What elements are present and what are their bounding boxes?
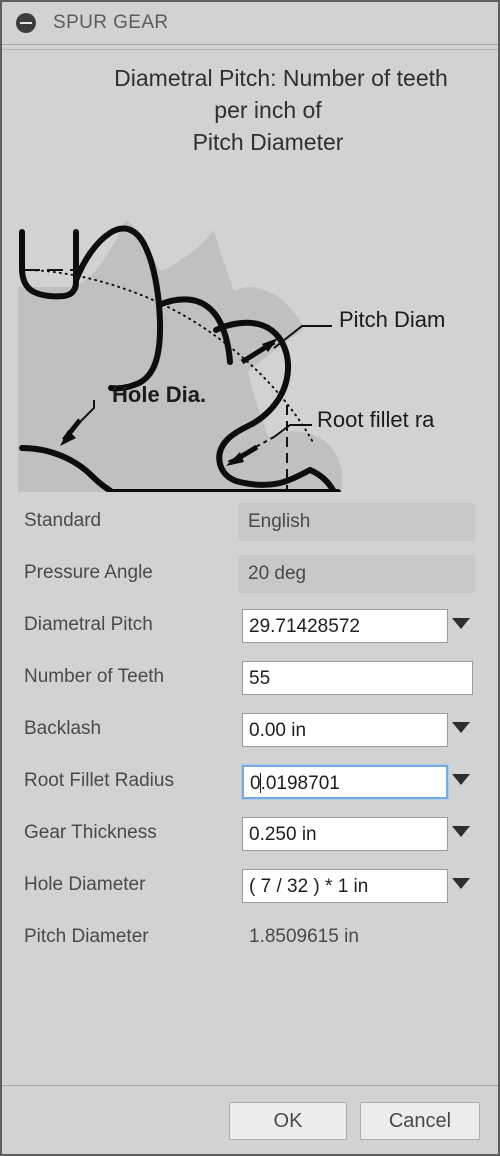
gear-thickness-value: 0.250 in (249, 824, 317, 845)
pitch-diameter-value: 1.8509615 in (249, 926, 359, 947)
row-hole-diameter: Hole Diameter ( 7 / 32 ) * 1 in (2, 861, 498, 913)
row-pressure-angle: Pressure Angle 20 deg (2, 549, 498, 601)
dialog-footer: OK Cancel (2, 1086, 498, 1154)
title-separator (2, 49, 498, 50)
window-title: SPUR GEAR (53, 12, 169, 33)
row-root-fillet-radius: Root Fillet Radius 0.0198701 (2, 757, 498, 809)
standard-value: English (248, 511, 311, 532)
chevron-down-icon[interactable] (452, 826, 470, 837)
pressure-angle-value: 20 deg (248, 563, 307, 584)
label-diametral-pitch: Diametral Pitch (24, 614, 153, 635)
pressure-angle-dropdown[interactable]: 20 deg (238, 555, 475, 593)
row-backlash: Backlash 0.00 in (2, 705, 498, 757)
cancel-button[interactable]: Cancel (360, 1102, 480, 1140)
row-number-of-teeth: Number of Teeth 55 (2, 653, 498, 705)
callout-hole-dia: Hole Dia. (112, 382, 207, 407)
hole-diameter-input[interactable]: ( 7 / 32 ) * 1 in (242, 869, 448, 903)
minus-circle-icon[interactable] (16, 13, 36, 33)
chevron-down-icon[interactable] (452, 774, 470, 785)
backlash-input[interactable]: 0.00 in (242, 713, 448, 747)
root-fillet-radius-text-b: .0198701 (260, 773, 340, 794)
number-of-teeth-input[interactable]: 55 (242, 661, 473, 695)
diametral-pitch-input[interactable]: 29.71428572 (242, 609, 448, 643)
backlash-value: 0.00 in (249, 720, 307, 741)
row-diametral-pitch: Diametral Pitch 29.71428572 (2, 601, 498, 653)
row-standard: Standard English (2, 497, 498, 549)
chevron-down-icon[interactable] (452, 618, 470, 629)
number-of-teeth-value: 55 (249, 668, 271, 689)
gear-parameters-form: Standard English Pressure Angle 20 deg D… (2, 497, 498, 965)
title-bar: SPUR GEAR (2, 2, 498, 45)
diametral-pitch-value: 29.71428572 (249, 616, 360, 637)
root-fillet-radius-text-a: 0 (250, 773, 261, 794)
label-root-fillet-radius: Root Fillet Radius (24, 770, 174, 791)
label-gear-thickness: Gear Thickness (24, 822, 157, 843)
row-pitch-diameter: Pitch Diameter 1.8509615 in (2, 913, 498, 965)
gear-illustration: Diametral Pitch: Number of teeth per inc… (2, 52, 498, 492)
root-fillet-radius-input[interactable]: 0.0198701 (242, 765, 448, 799)
gear-thickness-input[interactable]: 0.250 in (242, 817, 448, 851)
label-standard: Standard (24, 510, 102, 531)
label-number-of-teeth: Number of Teeth (24, 666, 165, 687)
root-fillet-radius-value: 0.0198701 (250, 773, 340, 795)
label-pressure-angle: Pressure Angle (24, 562, 153, 583)
ok-button[interactable]: OK (229, 1102, 347, 1140)
label-backlash: Backlash (24, 718, 102, 739)
callout-pitch-diameter: Pitch Diam (339, 307, 446, 332)
chevron-down-icon[interactable] (452, 878, 470, 889)
callout-root-fillet: Root fillet ra (317, 407, 435, 432)
label-hole-diameter: Hole Diameter (24, 874, 146, 895)
standard-dropdown[interactable]: English (238, 503, 475, 541)
label-pitch-diameter: Pitch Diameter (24, 926, 149, 947)
row-gear-thickness: Gear Thickness 0.250 in (2, 809, 498, 861)
chevron-down-icon[interactable] (452, 722, 470, 733)
spur-gear-dialog: SPUR GEAR Diametral Pitch: Number of tee… (0, 0, 500, 1156)
hole-diameter-value: ( 7 / 32 ) * 1 in (249, 876, 369, 897)
